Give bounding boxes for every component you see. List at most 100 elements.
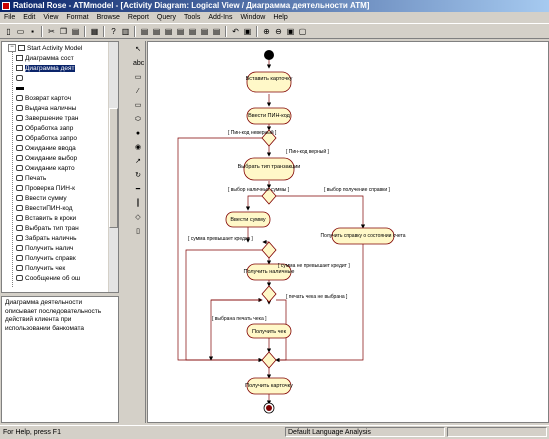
browser-item[interactable]: Сообщение об ош: [16, 274, 80, 283]
menu-window[interactable]: Window: [236, 12, 269, 23]
collapse-icon[interactable]: −: [8, 44, 16, 53]
browser-item[interactable]: Печать: [16, 174, 46, 183]
view-doc-icon[interactable]: ▥: [120, 26, 131, 37]
save-icon[interactable]: ▪: [27, 26, 38, 37]
guard-within-limit: [ сумма не превышает кредит ]: [278, 263, 350, 269]
browse-previous-icon[interactable]: ▤: [199, 26, 210, 37]
browser-item[interactable]: Диаграмма сост: [16, 54, 74, 63]
menu-edit[interactable]: Edit: [19, 12, 39, 23]
layout-icon[interactable]: ▣: [242, 26, 253, 37]
browser-item[interactable]: [16, 74, 25, 83]
browser-item[interactable]: Получить справк: [16, 254, 76, 263]
horizontal-sync-icon[interactable]: ━: [133, 185, 143, 195]
paste-icon[interactable]: ▤: [70, 26, 81, 37]
browser-item[interactable]: Получить чек: [16, 264, 65, 273]
browser-item[interactable]: Ожидание ввода: [16, 144, 76, 153]
decision-credit-limit[interactable]: [261, 241, 277, 259]
activity-icon: [16, 125, 23, 132]
browse-component-diagram-icon[interactable]: ▤: [163, 26, 174, 37]
browser-item[interactable]: Получить налич: [16, 244, 73, 253]
transition-to-self-icon[interactable]: ↻: [133, 171, 143, 181]
browse-class-diagram-icon[interactable]: ▤: [139, 26, 150, 37]
selection-arrow-icon[interactable]: ↖: [133, 45, 143, 55]
browser-item[interactable]: Обработка запр: [16, 124, 73, 133]
activity-icon[interactable]: ⬭: [133, 115, 143, 125]
browse-state-diagram-icon[interactable]: ▤: [211, 26, 222, 37]
new-file-icon[interactable]: ▯: [3, 26, 14, 37]
browser-item[interactable]: Выбрать тип тран: [16, 224, 79, 233]
browser-item[interactable]: Завершение тран: [16, 114, 78, 123]
browser-item[interactable]: [16, 84, 26, 93]
fit-in-window-icon[interactable]: ▣: [285, 26, 296, 37]
swimlane-icon[interactable]: ▯: [133, 227, 143, 237]
activity-get-card-back-label: Получить карточку: [245, 383, 293, 389]
status-empty-cell: [447, 427, 547, 437]
activity-icon: [16, 155, 23, 162]
menu-view[interactable]: View: [39, 12, 62, 23]
browser-item[interactable]: Ввести сумму: [16, 194, 67, 203]
menu-browse[interactable]: Browse: [93, 12, 124, 23]
activity-icon: [16, 135, 23, 142]
activity-get-certificate-label: Получить справку о состоянии счета: [320, 233, 405, 239]
browser-item[interactable]: Обработка запро: [16, 134, 77, 143]
activity-icon: [16, 215, 23, 222]
activity-model-icon: [18, 45, 25, 52]
menu-add-ins[interactable]: Add-Ins: [204, 12, 236, 23]
toolbar-separator: [256, 26, 258, 37]
model-browser[interactable]: − Start Activity Model Диаграмма сост Диаг…: [1, 41, 119, 293]
activity-icon: [16, 205, 23, 212]
merge-node[interactable]: [261, 351, 277, 369]
browse-parent-icon[interactable]: ▤: [187, 26, 198, 37]
browse-deployment-diagram-icon[interactable]: ▤: [175, 26, 186, 37]
browser-item-label: ВвестиПИН-код: [25, 205, 73, 212]
zoom-out-icon[interactable]: ⊖: [273, 26, 284, 37]
undo-zoom-icon[interactable]: ▢: [297, 26, 308, 37]
text-box-icon[interactable]: abc: [133, 59, 144, 69]
browser-item[interactable]: Ожидание карто: [16, 164, 75, 173]
open-folder-icon[interactable]: ▭: [15, 26, 26, 37]
menu-format[interactable]: Format: [62, 12, 92, 23]
start-state[interactable]: [264, 50, 274, 60]
browser-item[interactable]: Возврат карточ: [16, 94, 71, 103]
browser-item[interactable]: Проверка ПИН-к: [16, 184, 75, 193]
zoom-in-icon[interactable]: ⊕: [261, 26, 272, 37]
tree-root-item[interactable]: − Start Activity Model: [8, 44, 82, 53]
menu-tools[interactable]: Tools: [180, 12, 204, 23]
activity-insert-card[interactable]: [246, 71, 292, 93]
decision-receipt[interactable]: [261, 285, 277, 303]
activity-diagram-canvas[interactable]: Вставить карточку Ввести ПИН-код Выбрать…: [147, 41, 549, 423]
state-icon[interactable]: ▭: [133, 101, 143, 111]
browse-interaction-diagram-icon[interactable]: ▤: [151, 26, 162, 37]
browser-item[interactable]: Диаграмма деят: [16, 64, 75, 73]
menu-file[interactable]: File: [0, 12, 19, 23]
browser-item[interactable]: Ожидание выбор: [16, 154, 77, 163]
state-transition-icon[interactable]: ↗: [133, 157, 143, 167]
end-state-icon[interactable]: ◉: [133, 143, 143, 153]
anchor-note-icon[interactable]: ⁄: [133, 87, 143, 97]
menu-report[interactable]: Report: [124, 12, 153, 23]
scrollbar-thumb[interactable]: [109, 108, 118, 228]
browser-item[interactable]: Вставить в кроки: [16, 214, 76, 223]
menu-query[interactable]: Query: [153, 12, 180, 23]
browser-item[interactable]: Выдача наличны: [16, 104, 76, 113]
activity-icon: [16, 195, 23, 202]
browser-item[interactable]: Забрать наличнь: [16, 234, 77, 243]
browser-vertical-scrollbar[interactable]: [108, 42, 118, 292]
undo-fit-icon[interactable]: ↶: [230, 26, 241, 37]
documentation-pane[interactable]: Диаграмма деятельности описывает последо…: [1, 296, 119, 423]
decision-icon[interactable]: ◇: [133, 213, 143, 223]
note-icon[interactable]: ▭: [133, 73, 143, 83]
context-help-icon[interactable]: ?: [108, 26, 119, 37]
browser-item[interactable]: ВвестиПИН-код: [16, 204, 73, 213]
copy-icon[interactable]: ❐: [58, 26, 69, 37]
diagram-icon: [16, 55, 23, 62]
menu-help[interactable]: Help: [269, 12, 291, 23]
print-icon[interactable]: ▦: [89, 26, 100, 37]
activity-icon: [16, 175, 23, 182]
toolbar-separator: [103, 26, 105, 37]
cut-icon[interactable]: ✂: [46, 26, 57, 37]
activity-icon: [16, 145, 23, 152]
vertical-sync-icon[interactable]: ┃: [133, 199, 143, 209]
start-state-icon[interactable]: ●: [133, 129, 143, 139]
guard-choose-info: [ выбор получение справки ]: [324, 187, 391, 193]
